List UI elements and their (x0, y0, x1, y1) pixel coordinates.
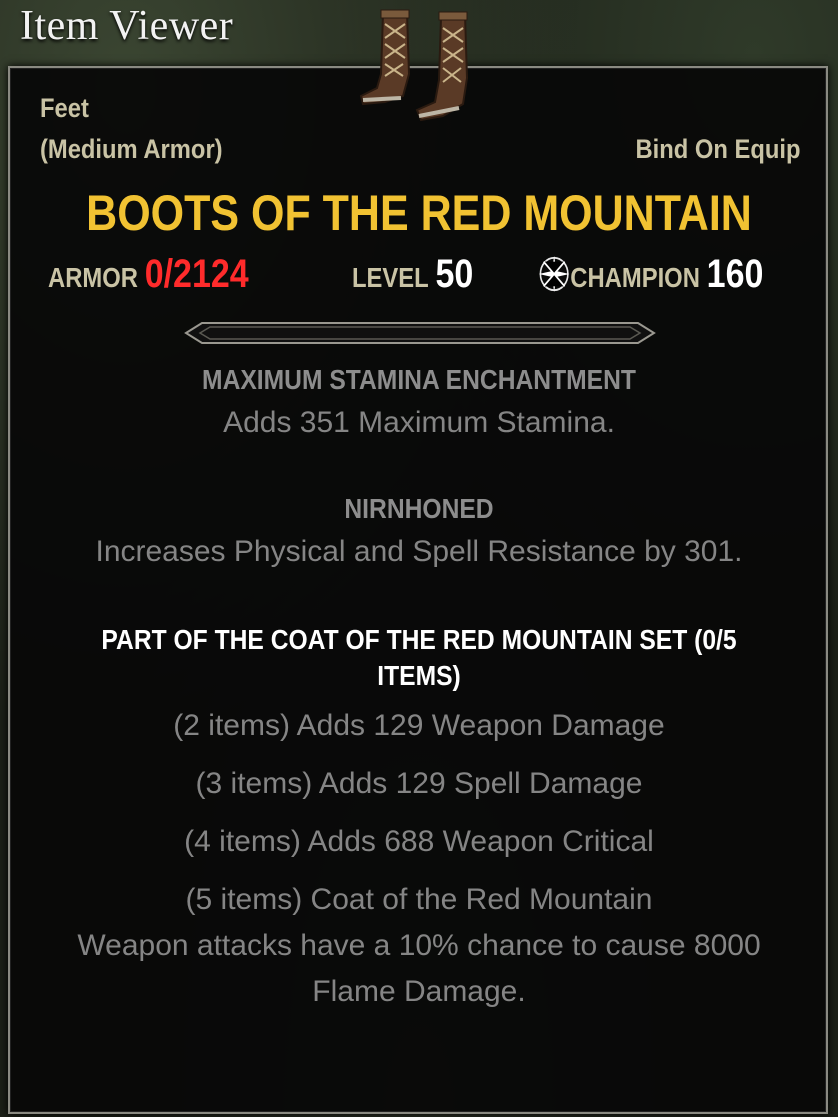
champion-stat: CHAMPION 160 (538, 252, 803, 302)
trait-description: Increases Physical and Spell Resistance … (95, 535, 743, 568)
item-name: BOOTS OF THE RED MOUNTAIN (86, 185, 752, 241)
armor-stat: ARMOR 0/2124 (48, 252, 284, 302)
armor-value: 0/2124 (144, 252, 249, 296)
window-title: Item Viewer (20, 3, 234, 49)
set-bonus-5: (5 items) Coat of the Red Mountain (185, 883, 653, 916)
champion-label: CHAMPION (570, 262, 700, 293)
bind-type: Bind On Equip (635, 134, 800, 164)
set-bonus-5-description-line2: Flame Damage. (312, 975, 526, 1008)
set-bonus-3: (3 items) Adds 129 Spell Damage (195, 767, 643, 800)
enchantment-description: Adds 351 Maximum Stamina. (223, 406, 615, 439)
armor-label: ARMOR (48, 262, 138, 293)
level-stat: LEVEL 50 (352, 252, 495, 302)
set-title-line1: PART OF THE COAT OF THE RED MOUNTAIN SET… (101, 624, 737, 655)
item-slot: Feet (40, 93, 89, 123)
ornamental-divider (184, 322, 656, 344)
set-bonus-2: (2 items) Adds 129 Weapon Damage (173, 709, 665, 742)
trait-title: NIRNHONED (344, 493, 494, 524)
armor-weight: (Medium Armor) (40, 134, 223, 164)
level-value: 50 (435, 252, 474, 296)
set-title-line2: ITEMS) (377, 660, 461, 691)
set-section: PART OF THE COAT OF THE RED MOUNTAIN SET… (0, 622, 838, 694)
set-bonus-4: (4 items) Adds 688 Weapon Critical (184, 825, 654, 858)
trait-section: NIRNHONED Increases Physical and Spell R… (0, 493, 838, 569)
champion-star-icon (538, 255, 570, 293)
enchantment-section: MAXIMUM STAMINA ENCHANTMENT Adds 351 Max… (0, 364, 838, 440)
champion-value: 160 (706, 252, 764, 296)
level-label: LEVEL (352, 262, 429, 293)
set-bonus-5-description-line1: Weapon attacks have a 10% chance to caus… (77, 929, 761, 962)
enchantment-title: MAXIMUM STAMINA ENCHANTMENT (202, 364, 636, 395)
leather-boots-icon (359, 9, 469, 122)
